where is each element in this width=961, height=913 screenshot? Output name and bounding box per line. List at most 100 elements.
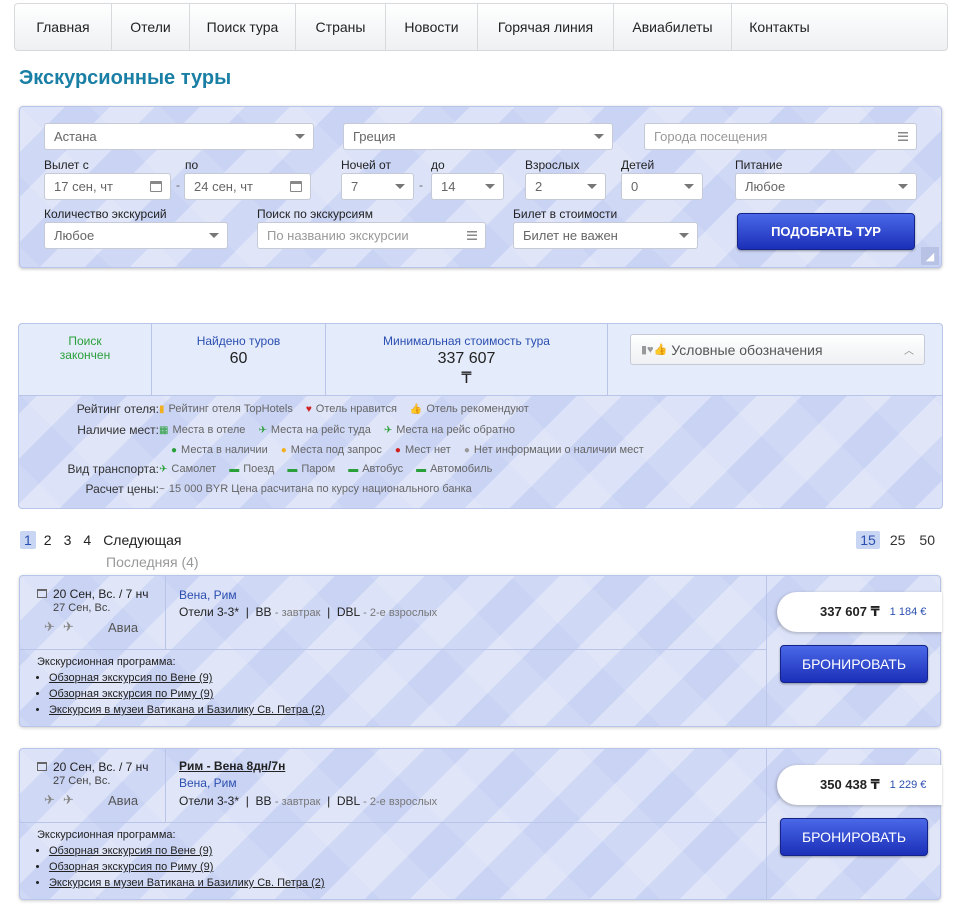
nav-item-tour-search[interactable]: Поиск тура bbox=[190, 4, 296, 50]
per-page-25[interactable]: 25 bbox=[886, 531, 910, 549]
resize-corner-icon[interactable]: ◢ bbox=[921, 247, 939, 265]
hotel-category: Отели 3-3* bbox=[179, 794, 240, 808]
plane-icon: ✈ bbox=[159, 463, 168, 475]
nights-from-label: Ночей от bbox=[341, 158, 391, 172]
excursion-count-value: Любое bbox=[54, 228, 95, 243]
top-navigation: Главная Отели Поиск тура Страны Новости … bbox=[14, 3, 948, 51]
tour-name-link[interactable]: Рим - Вена 8дн/7н bbox=[179, 759, 285, 773]
page-4[interactable]: 4 bbox=[79, 531, 95, 549]
found-tours-value: 60 bbox=[229, 350, 248, 367]
legend-item: ● Места под запрос bbox=[281, 444, 382, 456]
legend-toggle[interactable]: ▮♥👍 Условные обозначения ︿ bbox=[630, 334, 925, 365]
legend-item: ▬ Автомобиль bbox=[416, 463, 492, 475]
legend-item: ● Нет информации о наличии мест bbox=[464, 444, 644, 456]
nav-item-hotels[interactable]: Отели bbox=[112, 4, 190, 50]
find-tour-button[interactable]: Подобрать тур bbox=[737, 213, 915, 250]
nav-item-flights[interactable]: Авиабилеты bbox=[614, 4, 732, 50]
next-page-link[interactable]: Следующая bbox=[99, 531, 185, 549]
meal-select[interactable]: Любое bbox=[735, 173, 917, 200]
excursion-link[interactable]: Обзорная экскурсия по Риму (9) bbox=[49, 859, 325, 875]
children-select[interactable]: 0 bbox=[621, 173, 703, 200]
date-from-input[interactable]: 17 сен, чт bbox=[44, 173, 171, 200]
meal-code: BB bbox=[255, 605, 272, 619]
country-select[interactable]: Греция bbox=[343, 123, 613, 150]
bus-icon: ▬ bbox=[348, 463, 359, 475]
legend-item: ✈ Места на рейс обратно bbox=[384, 424, 515, 436]
chevron-down-icon bbox=[679, 233, 689, 238]
page-3[interactable]: 3 bbox=[60, 531, 76, 549]
price-badge: 350 438 ₸ 1 229 € bbox=[777, 765, 942, 805]
nav-item-news[interactable]: Новости bbox=[386, 4, 478, 50]
legend-item-text: Места на рейс обратно bbox=[396, 424, 516, 436]
list-icon bbox=[898, 132, 908, 141]
meal-code: BB bbox=[255, 794, 272, 808]
legend-item-text: Места в наличии bbox=[181, 444, 268, 456]
tour-date: 20 Сен, Вс. / 7 нч bbox=[53, 760, 149, 774]
chevron-down-icon bbox=[209, 233, 219, 238]
hotel-icon: ▦ bbox=[159, 424, 169, 436]
book-button[interactable]: Бронировать bbox=[780, 818, 928, 856]
excursion-link[interactable]: Экскурсия в музеи Ватикана и Базилику Св… bbox=[49, 875, 325, 891]
legend-item: ● Места в наличии bbox=[171, 444, 268, 456]
nights-to-select[interactable]: 14 bbox=[431, 173, 504, 200]
excursion-count-select[interactable]: Любое bbox=[44, 222, 228, 249]
nights-from-select[interactable]: 7 bbox=[341, 173, 414, 200]
train-icon: ▬ bbox=[229, 463, 240, 475]
ticket-included-label: Билет в стоимости bbox=[513, 207, 618, 221]
legend-item: ✈ Самолет bbox=[159, 463, 216, 475]
book-button[interactable]: Бронировать bbox=[780, 645, 928, 683]
date-to-value: 24 сен, чт bbox=[194, 179, 253, 194]
per-page-50[interactable]: 50 bbox=[915, 531, 939, 549]
ticket-included-select[interactable]: Билет не важен bbox=[513, 222, 698, 249]
legend-item: ● Мест нет bbox=[395, 444, 451, 456]
excursion-link[interactable]: Обзорная экскурсия по Вене (9) bbox=[49, 670, 325, 686]
tour-cities[interactable]: Вена, Рим bbox=[179, 776, 237, 790]
excursion-program: Экскурсионная программа: Обзорная экскур… bbox=[37, 656, 325, 718]
excursion-link[interactable]: Обзорная экскурсия по Вене (9) bbox=[49, 843, 325, 859]
departure-city-select[interactable]: Астана bbox=[44, 123, 314, 150]
legend-item-text: Отель рекомендуют bbox=[426, 403, 529, 415]
price-badge: 337 607 ₸ 1 184 € bbox=[777, 592, 942, 632]
legend-item-text: Отель нравится bbox=[315, 403, 397, 415]
plane-icon: ✈✈ bbox=[44, 792, 82, 807]
departure-label: Вылет с bbox=[44, 158, 89, 172]
chevron-down-icon bbox=[485, 184, 495, 189]
tour-price-eur: 1 184 € bbox=[889, 606, 927, 618]
legend-item: ✈ Места на рейс туда bbox=[258, 424, 370, 436]
excursion-program-label: Экскурсионная программа: bbox=[37, 829, 176, 841]
date-dash: - bbox=[176, 178, 180, 192]
tour-cities[interactable]: Вена, Рим bbox=[179, 588, 237, 602]
chevron-down-icon bbox=[594, 134, 604, 139]
hotel-category: Отели 3-3* bbox=[179, 605, 240, 619]
date-to-input[interactable]: 24 сен, чт bbox=[184, 173, 311, 200]
legend-row: ✈ Самолет ▬ Поезд ▬ Паром ▬ Автобус ▬ Автомобиль bbox=[159, 463, 505, 475]
legend-item: ▮ Рейтинг отеля TopHotels bbox=[159, 403, 293, 415]
excursion-link[interactable]: Обзорная экскурсия по Риму (9) bbox=[49, 686, 325, 702]
page-1[interactable]: 1 bbox=[20, 531, 36, 549]
page-title: Экскурсионные туры bbox=[19, 67, 232, 89]
dot-red-icon: ● bbox=[394, 444, 401, 456]
page-2[interactable]: 2 bbox=[40, 531, 56, 549]
thumbs-up-icon: 👍 bbox=[409, 403, 423, 415]
last-page-link[interactable]: Последняя (4) bbox=[106, 554, 199, 570]
nav-item-home[interactable]: Главная bbox=[15, 4, 112, 50]
search-form: Астана Греция Города посещения Вылет с п… bbox=[19, 106, 942, 268]
found-tours: Найдено туров 60 bbox=[152, 324, 326, 396]
nav-item-hotline[interactable]: Горячая линия bbox=[478, 4, 614, 50]
cities-input[interactable]: Города посещения bbox=[644, 123, 917, 150]
legend-item-text: 15 000 BYR Цена расчитана по курсу нацио… bbox=[168, 483, 472, 495]
per-page-15[interactable]: 15 bbox=[856, 531, 880, 549]
min-price: Минимальная стоимость тура 337 607 ₸ bbox=[326, 324, 608, 396]
excursion-search-placeholder: По названию экскурсии bbox=[267, 228, 409, 243]
legend-item: ▬ Паром bbox=[287, 463, 335, 475]
nav-item-contacts[interactable]: Контакты bbox=[732, 4, 827, 50]
excursion-link[interactable]: Экскурсия в музеи Ватикана и Базилику Св… bbox=[49, 702, 325, 718]
legend-item-text: Поезд bbox=[243, 463, 275, 475]
min-price-label: Минимальная стоимость тура bbox=[383, 334, 550, 348]
legend-item: 👍 Отель рекомендуют bbox=[410, 403, 529, 415]
ferry-icon: ▬ bbox=[287, 463, 298, 475]
nav-item-countries[interactable]: Страны bbox=[296, 4, 386, 50]
adults-select[interactable]: 2 bbox=[525, 173, 606, 200]
meal-value: Любое bbox=[745, 179, 786, 194]
excursion-search-input[interactable]: По названию экскурсии bbox=[257, 222, 486, 249]
